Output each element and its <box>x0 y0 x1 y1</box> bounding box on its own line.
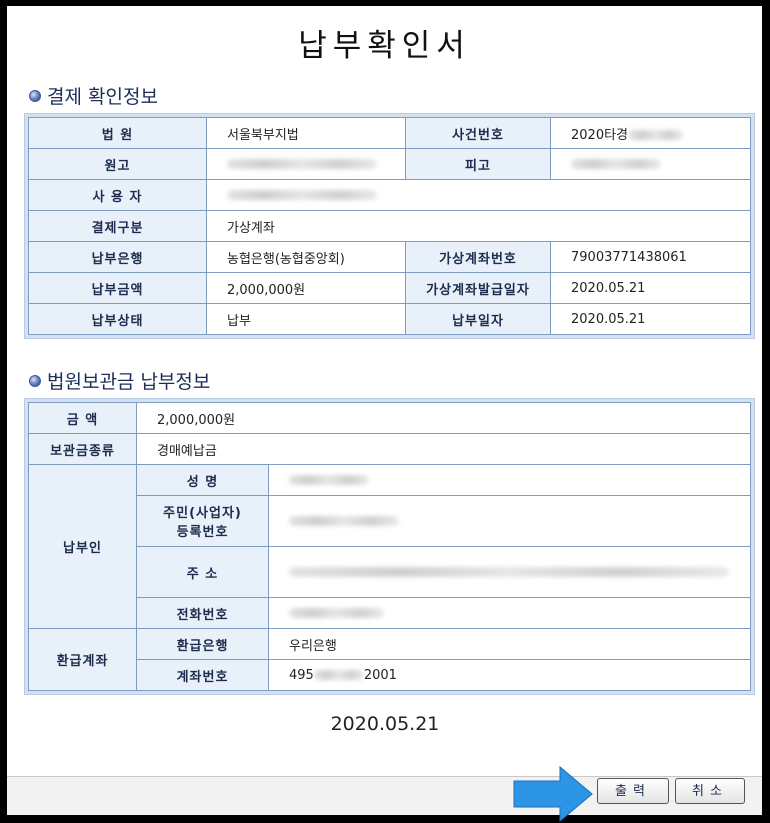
id-number-label: 주민(사업자) 등록번호 <box>136 495 269 547</box>
deposit-section-heading: 법원보관금 납부정보 <box>29 367 210 394</box>
payment-info-frame: 법 원 서울북부지법 사건번호 2020타경 원고 피고 사 용 자 결제구분 … <box>24 113 755 339</box>
case-no-label: 사건번호 <box>405 117 551 149</box>
status-label: 납부상태 <box>28 303 207 335</box>
deposit-info-frame: 금 액 2,000,000원 보관금종류 경매예납금 납부인 성 명 주민(사업… <box>24 398 755 695</box>
payment-type-value: 가상계좌 <box>206 210 751 242</box>
issue-date-label: 가상계좌발급일자 <box>405 272 551 304</box>
payment-section-heading: 결제 확인정보 <box>29 82 158 109</box>
table-row: 주민(사업자) 등록번호 <box>29 495 751 547</box>
user-label: 사 용 자 <box>28 179 207 211</box>
table-row: 환급계좌 환급은행 우리은행 <box>28 628 751 691</box>
deposit-type-value: 경매예납금 <box>136 433 751 465</box>
plaintiff-label: 원고 <box>28 148 207 180</box>
virtual-account-value: 79003771438061 <box>550 241 751 273</box>
bullet-icon <box>29 89 41 102</box>
print-button[interactable]: 출력 <box>597 778 669 804</box>
virtual-account-label: 가상계좌번호 <box>405 241 551 273</box>
defendant-label: 피고 <box>405 148 551 180</box>
table-row: 금 액 2,000,000원 <box>28 402 751 434</box>
table-row: 사 용 자 <box>28 179 751 211</box>
phone-label: 전화번호 <box>136 597 269 629</box>
defendant-value <box>550 148 751 180</box>
page-title: 납부확인서 <box>298 28 471 64</box>
table-row: 주 소 <box>29 546 751 598</box>
deposit-amount-label: 금 액 <box>28 402 137 434</box>
deposit-info-table: 금 액 2,000,000원 보관금종류 경매예납금 납부인 성 명 주민(사업… <box>28 402 751 691</box>
payment-section-title: 결제 확인정보 <box>47 86 158 108</box>
bank-label: 납부은행 <box>28 241 207 273</box>
refund-label: 환급계좌 <box>28 628 137 691</box>
redacted-mark <box>289 516 399 526</box>
table-row: 보관금종류 경매예납금 <box>28 433 751 465</box>
table-row: 납부상태 납부 납부일자 2020.05.21 <box>28 303 751 335</box>
redacted-mark <box>227 159 377 169</box>
name-label: 성 명 <box>136 464 269 496</box>
pay-date-label: 납부일자 <box>405 303 551 335</box>
id-number-label-line2: 등록번호 <box>176 525 229 540</box>
amount-label: 납부금액 <box>28 272 207 304</box>
redacted-mark <box>227 190 377 200</box>
redacted-mark <box>289 608 384 618</box>
payment-type-label: 결제구분 <box>28 210 207 242</box>
refund-account-label: 계좌번호 <box>136 659 269 691</box>
name-value <box>268 464 751 496</box>
bullet-icon <box>29 374 41 387</box>
amount-value: 2,000,000원 <box>206 272 406 304</box>
redacted-mark <box>628 130 684 140</box>
status-value: 납부 <box>206 303 406 335</box>
deposit-type-label: 보관금종류 <box>28 433 137 465</box>
dialog-window: 납부확인서 결제 확인정보 법 원 서울북부지법 사건번호 2020타경 원고 … <box>7 6 762 815</box>
refund-account-suffix: 2001 <box>363 667 397 683</box>
deposit-amount-value: 2,000,000원 <box>136 402 751 434</box>
plaintiff-value <box>206 148 406 180</box>
refund-bank-label: 환급은행 <box>136 628 269 660</box>
arrow-right-icon <box>513 765 593 823</box>
refund-bank-value: 우리은행 <box>268 628 751 660</box>
redacted-mark <box>289 567 729 577</box>
issue-date-value: 2020.05.21 <box>550 272 751 304</box>
bank-value: 농협은행(농협중앙회) <box>206 241 406 273</box>
table-row: 납부은행 농협은행(농협중앙회) 가상계좌번호 79003771438061 <box>28 241 751 273</box>
court-label: 법 원 <box>28 117 207 149</box>
address-label: 주 소 <box>136 546 269 598</box>
table-row: 납부인 성 명 <box>28 464 751 629</box>
id-number-value <box>268 495 751 547</box>
table-row: 원고 피고 <box>28 148 751 180</box>
refund-account-value: 495 2001 <box>268 659 751 691</box>
table-row: 법 원 서울북부지법 사건번호 2020타경 <box>28 117 751 149</box>
address-value <box>268 546 751 598</box>
payer-label: 납부인 <box>28 464 137 629</box>
court-value: 서울북부지법 <box>206 117 406 149</box>
issue-date: 2020.05.21 <box>330 713 440 735</box>
table-row: 결제구분 가상계좌 <box>28 210 751 242</box>
table-row: 납부금액 2,000,000원 가상계좌발급일자 2020.05.21 <box>28 272 751 304</box>
user-value <box>206 179 751 211</box>
redacted-mark <box>289 475 369 485</box>
table-row: 전화번호 <box>29 597 751 629</box>
redacted-mark <box>313 670 364 680</box>
payment-info-table: 법 원 서울북부지법 사건번호 2020타경 원고 피고 사 용 자 결제구분 … <box>28 117 751 335</box>
deposit-section-title: 법원보관금 납부정보 <box>47 371 211 393</box>
case-no-cell: 2020타경 <box>550 117 751 149</box>
redacted-mark <box>571 159 661 169</box>
table-row: 계좌번호 495 2001 <box>29 659 751 691</box>
pay-date-value: 2020.05.21 <box>550 303 751 335</box>
refund-account-prefix: 495 <box>289 667 314 683</box>
phone-value <box>268 597 751 629</box>
case-no-value: 2020타경 <box>571 127 629 143</box>
id-number-label-line1: 주민(사업자) <box>163 506 242 521</box>
cancel-button[interactable]: 취소 <box>675 778 745 804</box>
